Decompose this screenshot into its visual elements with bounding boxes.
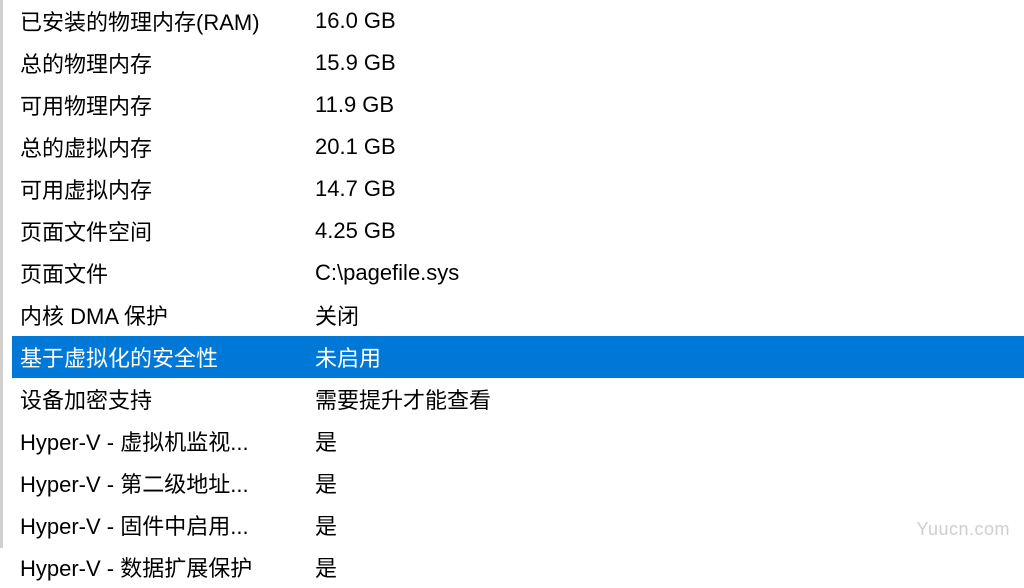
info-value: 是	[315, 551, 1024, 583]
info-value: 15.9 GB	[315, 50, 1024, 76]
info-label: 可用虚拟内存	[20, 173, 315, 205]
info-value: 未启用	[315, 341, 1024, 373]
info-row-total-physical-memory[interactable]: 总的物理内存 15.9 GB	[16, 42, 1024, 84]
info-label: 基于虚拟化的安全性	[20, 341, 315, 373]
info-label: Hyper-V - 虚拟机监视...	[20, 425, 315, 457]
info-row-total-virtual-memory[interactable]: 总的虚拟内存 20.1 GB	[16, 126, 1024, 168]
info-label: 内核 DMA 保护	[20, 299, 315, 331]
info-label: Hyper-V - 固件中启用...	[20, 509, 315, 541]
info-label: 页面文件空间	[20, 215, 315, 247]
info-label: 总的虚拟内存	[20, 131, 315, 163]
info-value: C:\pagefile.sys	[315, 260, 1024, 286]
info-value: 关闭	[315, 299, 1024, 331]
info-row-hyperv-firmware-enabled[interactable]: Hyper-V - 固件中启用... 是	[16, 504, 1024, 546]
system-info-panel: 已安装的物理内存(RAM) 16.0 GB 总的物理内存 15.9 GB 可用物…	[0, 0, 1024, 548]
info-row-page-file[interactable]: 页面文件 C:\pagefile.sys	[16, 252, 1024, 294]
info-value: 20.1 GB	[315, 134, 1024, 160]
info-value: 11.9 GB	[315, 92, 1024, 118]
info-label: 已安装的物理内存(RAM)	[20, 5, 315, 37]
info-row-hyperv-second-level-address[interactable]: Hyper-V - 第二级地址... 是	[16, 462, 1024, 504]
info-row-hyperv-vm-monitor[interactable]: Hyper-V - 虚拟机监视... 是	[16, 420, 1024, 462]
info-row-page-file-space[interactable]: 页面文件空间 4.25 GB	[16, 210, 1024, 252]
info-label: 页面文件	[20, 257, 315, 289]
info-value: 是	[315, 425, 1024, 457]
info-value: 16.0 GB	[315, 8, 1024, 34]
info-label: 设备加密支持	[20, 383, 315, 415]
watermark: Yuucn.com	[916, 519, 1010, 540]
info-label: Hyper-V - 第二级地址...	[20, 467, 315, 499]
info-row-available-physical-memory[interactable]: 可用物理内存 11.9 GB	[16, 84, 1024, 126]
info-value: 是	[315, 467, 1024, 499]
info-row-kernel-dma-protection[interactable]: 内核 DMA 保护 关闭	[16, 294, 1024, 336]
info-value: 4.25 GB	[315, 218, 1024, 244]
info-row-available-virtual-memory[interactable]: 可用虚拟内存 14.7 GB	[16, 168, 1024, 210]
info-row-device-encryption-support[interactable]: 设备加密支持 需要提升才能查看	[16, 378, 1024, 420]
info-row-installed-ram[interactable]: 已安装的物理内存(RAM) 16.0 GB	[16, 0, 1024, 42]
info-row-hyperv-data-extension-protection[interactable]: Hyper-V - 数据扩展保护 是	[16, 546, 1024, 588]
info-value: 14.7 GB	[315, 176, 1024, 202]
info-row-virtualization-based-security[interactable]: 基于虚拟化的安全性 未启用	[12, 336, 1024, 378]
info-label: 总的物理内存	[20, 47, 315, 79]
info-value: 需要提升才能查看	[315, 383, 1024, 415]
info-label: Hyper-V - 数据扩展保护	[20, 551, 315, 583]
info-label: 可用物理内存	[20, 89, 315, 121]
